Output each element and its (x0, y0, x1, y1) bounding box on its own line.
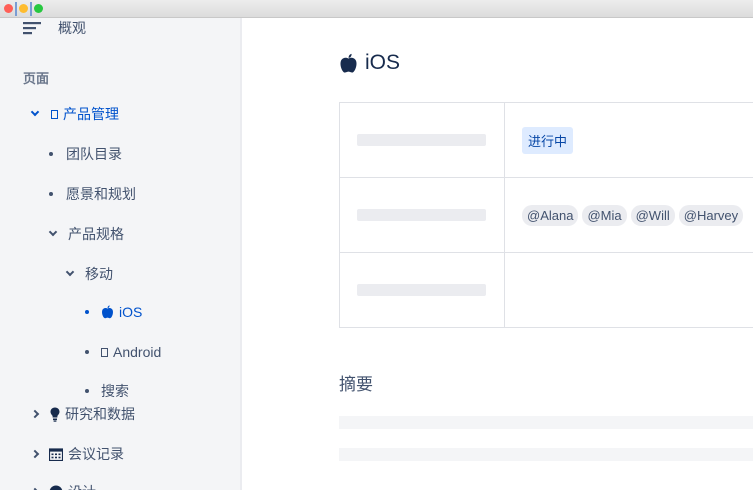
property-value-cell (504, 252, 753, 328)
sidebar-item-label: 愿景和规划 (66, 186, 136, 202)
sidebar-item-label: 搜索 (101, 383, 129, 399)
bullet-icon (49, 192, 53, 196)
minimize-window-button[interactable] (19, 4, 28, 13)
sidebar-item-label: 产品管理 (63, 106, 119, 122)
sidebar-item-label: 产品规格 (68, 226, 124, 242)
sidebar-item-ios[interactable]: iOS (85, 304, 142, 320)
palette-icon (49, 485, 63, 490)
user-mention[interactable]: @Harvey (678, 204, 744, 226)
bullet-icon (85, 389, 89, 393)
sidebar-item-label: 设计 (68, 482, 96, 490)
property-key-cell (339, 177, 505, 253)
sidebar-section-title: 页面 (23, 71, 50, 86)
emoji-placeholder-icon (101, 347, 108, 357)
chevron-right-icon[interactable] (30, 409, 40, 419)
overview-icon (23, 22, 41, 35)
sidebar-item-label: 移动 (85, 266, 113, 282)
text-placeholder (357, 284, 486, 296)
property-value-cell: @Alana @Mia @Will @Harvey (504, 177, 753, 253)
sidebar: 概观 页面 产品管理 团队目录 愿景和规划 产品规格 移动 iOS Androi… (0, 18, 242, 490)
page-content: iOS 进行中 @Alana @Mia @Will @Harvey 摘要 (244, 18, 753, 490)
chevron-down-icon[interactable] (48, 227, 58, 237)
table-row (339, 252, 753, 328)
apple-icon (102, 305, 113, 319)
bullet-icon (49, 152, 53, 156)
sidebar-item-vision[interactable]: 愿景和规划 (49, 184, 136, 204)
user-mention[interactable]: @Will (630, 204, 675, 226)
chevron-down-icon[interactable] (30, 107, 40, 117)
sidebar-item-product-specs[interactable]: 产品规格 (48, 224, 124, 244)
user-mention[interactable]: @Alana (522, 204, 579, 226)
apple-icon (340, 53, 357, 73)
user-mention[interactable]: @Mia (582, 204, 627, 226)
chevron-down-icon[interactable] (65, 267, 75, 277)
text-placeholder (357, 134, 486, 146)
text-placeholder (357, 209, 486, 221)
sidebar-item-mobile[interactable]: 移动 (65, 264, 113, 284)
summary-heading: 摘要 (339, 375, 373, 394)
sidebar-item-label: iOS (119, 304, 143, 320)
status-badge[interactable]: 进行中 (522, 126, 574, 154)
property-key-cell (339, 252, 505, 328)
sidebar-item-team-directory[interactable]: 团队目录 (49, 144, 122, 164)
table-row: 进行中 (339, 102, 753, 178)
bullet-icon (85, 310, 89, 314)
property-key-cell (339, 102, 505, 178)
sidebar-item-research[interactable]: 研究和数据 (30, 404, 135, 424)
lightbulb-icon (50, 407, 60, 422)
table-row: @Alana @Mia @Will @Harvey (339, 177, 753, 253)
titlebar-divider (30, 2, 32, 16)
chevron-right-icon[interactable] (30, 449, 40, 459)
sidebar-item-product-management[interactable]: 产品管理 (30, 104, 119, 124)
sidebar-item-meeting-notes[interactable]: 会议记录 (30, 444, 124, 464)
sidebar-overview-label: 概观 (58, 20, 86, 36)
sidebar-item-label: 会议记录 (68, 446, 124, 462)
page-title-text: iOS (365, 51, 401, 74)
close-window-button[interactable] (4, 4, 13, 13)
sidebar-item-design[interactable]: 设计 (30, 482, 96, 490)
text-placeholder (339, 448, 753, 461)
calendar-icon (49, 447, 63, 461)
window-titlebar (0, 0, 753, 18)
page-title: iOS (339, 51, 400, 75)
sidebar-item-label: Android (113, 344, 162, 360)
property-value-cell: 进行中 (504, 102, 753, 178)
maximize-window-button[interactable] (34, 4, 43, 13)
sidebar-item-android[interactable]: Android (85, 344, 161, 360)
sidebar-overview[interactable]: 概观 (23, 18, 86, 38)
sidebar-item-label: 研究和数据 (65, 406, 135, 422)
sidebar-item-search[interactable]: 搜索 (85, 381, 129, 401)
bullet-icon (85, 350, 89, 354)
emoji-placeholder-icon (51, 109, 58, 119)
page-properties-table: 进行中 @Alana @Mia @Will @Harvey (339, 102, 753, 328)
sidebar-item-label: 团队目录 (66, 146, 122, 162)
titlebar-divider (15, 2, 17, 16)
text-placeholder (339, 416, 753, 429)
